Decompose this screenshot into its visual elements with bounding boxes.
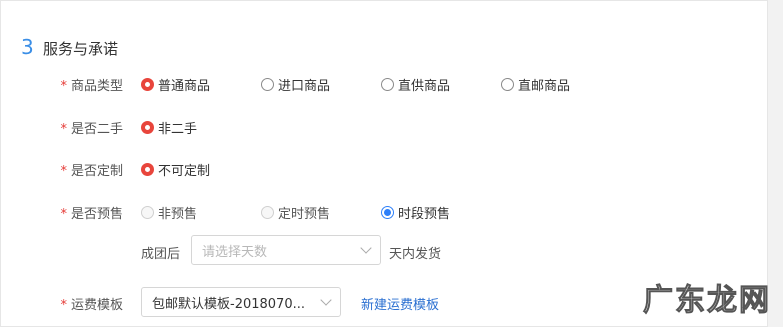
chevron-down-icon <box>360 242 372 254</box>
radio-disabled-icon <box>141 206 154 219</box>
radio-period-presale[interactable]: 时段预售 <box>381 203 450 222</box>
radio-unchecked-icon <box>501 78 514 91</box>
radio-checked-icon <box>141 163 154 176</box>
radio-product-type-direct-supply[interactable]: 直供商品 <box>381 75 450 94</box>
shipping-template-value: 包邮默认模板-2018070... <box>152 296 305 312</box>
radio-unchecked-icon <box>261 78 274 91</box>
watermark-logo: 广东龙网 <box>643 283 771 319</box>
after-group-label: 成团后 <box>141 247 181 262</box>
radio-not-customizable[interactable]: 不可定制 <box>141 160 210 179</box>
customized-label: * 是否定制 <box>60 164 123 179</box>
radio-unchecked-icon <box>381 78 394 91</box>
radio-disabled-icon <box>261 206 274 219</box>
chevron-down-icon <box>320 294 332 306</box>
presale-label: * 是否预售 <box>60 207 123 222</box>
shipping-template-select[interactable]: 包邮默认模板-2018070... <box>141 287 341 317</box>
radio-product-type-normal[interactable]: 普通商品 <box>141 75 210 94</box>
radio-checked-icon <box>141 121 154 134</box>
shipping-template-label: * 运费模板 <box>60 298 123 313</box>
radio-checked-icon <box>141 78 154 91</box>
product-type-label: * 商品类型 <box>60 79 123 94</box>
days-select[interactable]: 请选择天数 <box>191 235 381 265</box>
section-number: 3 <box>21 35 34 59</box>
section-title-text: 服务与承诺 <box>43 40 119 58</box>
radio-not-second-hand[interactable]: 非二手 <box>141 118 197 137</box>
radio-timed-presale[interactable]: 定时预售 <box>261 203 330 222</box>
radio-product-type-direct-mail[interactable]: 直邮商品 <box>501 75 570 94</box>
radio-product-type-import[interactable]: 进口商品 <box>261 75 330 94</box>
new-shipping-template-link[interactable]: 新建运费模板 <box>361 294 439 313</box>
ship-within-days-label: 天内发货 <box>389 247 442 262</box>
days-select-placeholder: 请选择天数 <box>202 244 268 260</box>
radio-no-presale[interactable]: 非预售 <box>141 203 197 222</box>
second-hand-label: * 是否二手 <box>60 122 123 137</box>
section-title: 3 服务与承诺 <box>21 35 118 59</box>
radio-checked-icon <box>381 206 394 219</box>
